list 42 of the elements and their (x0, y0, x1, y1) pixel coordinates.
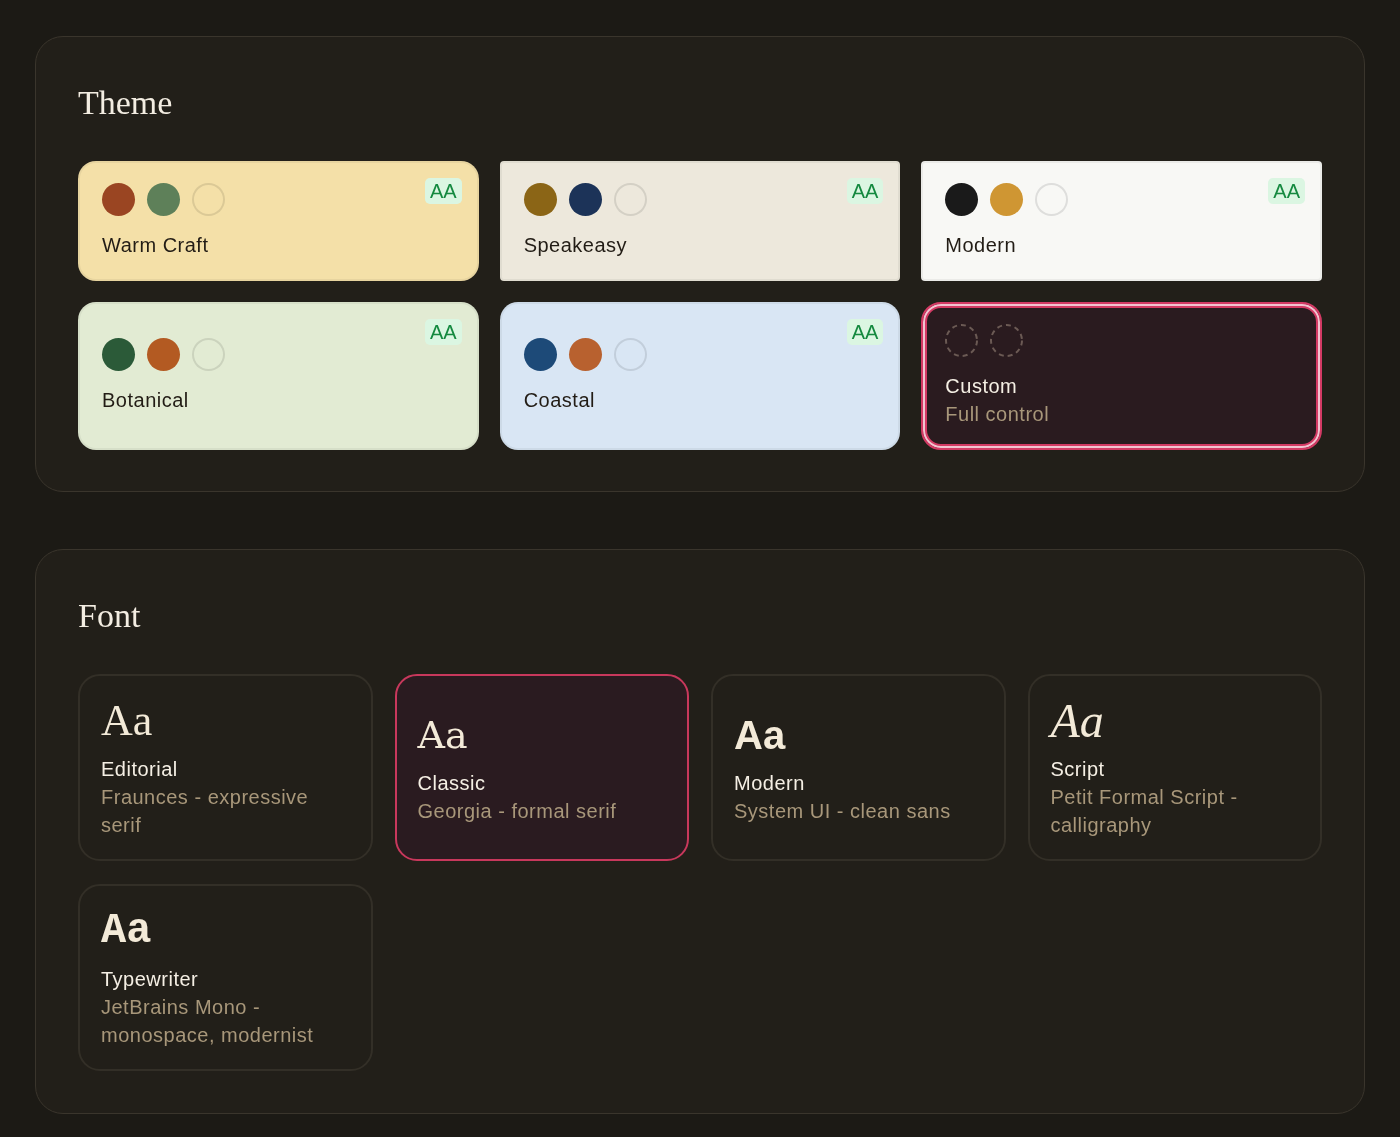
font-option-card[interactable]: Aa Modern System UI - clean sans (711, 674, 1006, 861)
theme-description: Full control (945, 402, 1050, 427)
contrast-badge: AA (846, 319, 884, 345)
font-sample: Aa (417, 711, 468, 759)
dashed-circle-icon (945, 324, 979, 357)
font-option-card[interactable]: Aa Script Petit Formal Script - calligraphy (1027, 674, 1322, 861)
theme-card[interactable]: Warm Craft AA (78, 161, 479, 281)
font-description: Georgia - formal serif (417, 798, 617, 824)
contrast-badge: AA (424, 178, 462, 204)
dashed-circle-icon (990, 324, 1024, 357)
contrast-badge: AA (1268, 178, 1305, 204)
font-option-card[interactable]: Aa Editorial Fraunces - expressive serif (78, 674, 373, 861)
contrast-badge: AA (424, 319, 462, 345)
font-sample: Aa (1050, 696, 1104, 745)
font-description: JetBrains Mono - monospace, modernist (101, 994, 315, 1048)
font-sample: Aa (734, 711, 786, 759)
font-name: Editorial (101, 756, 178, 782)
font-name: Modern (734, 770, 805, 796)
font-sample: Aa (101, 696, 153, 745)
theme-card[interactable]: Modern AA (921, 161, 1322, 281)
theme-name: Modern (945, 233, 1017, 258)
font-option-card[interactable]: Aa Typewriter JetBrains Mono - monospace, modernist (78, 884, 373, 1071)
section-title: Theme (78, 83, 173, 123)
theme-card[interactable]: Botanical AA (78, 302, 479, 450)
font-description: System UI - clean sans (734, 798, 951, 824)
theme-name: Warm Craft (102, 233, 209, 258)
section-title: Font (78, 596, 141, 636)
theme-name: Botanical (102, 388, 189, 413)
font-description: Fraunces - expressive serif (101, 784, 310, 838)
font-sample: Aa (101, 906, 152, 955)
font-name: Script (1050, 756, 1105, 782)
font-name: Typewriter (101, 966, 199, 992)
theme-name: Speakeasy (523, 233, 628, 258)
theme-card[interactable]: Coastal AA (499, 302, 901, 450)
font-name: Classic (417, 770, 486, 796)
theme-card[interactable]: Speakeasy AA (499, 161, 901, 281)
theme-name: Coastal (523, 388, 595, 413)
contrast-badge: AA (846, 178, 884, 204)
font-option-card[interactable]: Aa Classic Georgia - formal serif (394, 674, 689, 861)
font-description: Petit Formal Script - calligraphy (1050, 784, 1239, 838)
theme-card[interactable]: Custom Full control (921, 302, 1322, 450)
theme-name: Custom (945, 374, 1018, 399)
